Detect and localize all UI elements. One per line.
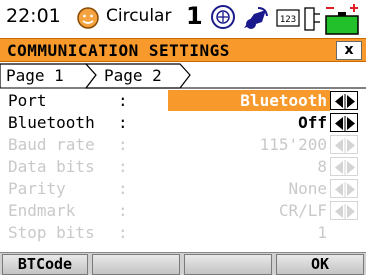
endmark-row: Endmark : CR/LF: [0, 200, 366, 221]
btcode-button[interactable]: BTCode: [2, 254, 88, 275]
left-right-arrows-icon: [335, 160, 355, 175]
parity-label: Parity: [8, 179, 66, 198]
clock: 22:01: [6, 5, 61, 27]
port-toggle-arrows[interactable]: [330, 91, 358, 110]
data-bits-row: Data bits : 8: [0, 156, 366, 177]
left-right-arrows-icon: [335, 204, 355, 219]
ok-button[interactable]: OK: [276, 254, 364, 275]
left-right-arrows-icon: [335, 116, 355, 131]
keyboard-icon: 123: [276, 9, 300, 27]
status-bar: 22:01 Circular 1 123: [0, 0, 366, 38]
data-bits-colon: :: [118, 157, 128, 176]
data-bits-label: Data bits: [8, 157, 95, 176]
title-bar: COMMUNICATION SETTINGS x: [0, 38, 366, 62]
target-icon: [211, 5, 235, 29]
port-row[interactable]: Port : Bluetooth: [0, 90, 366, 111]
plug-icon: [304, 7, 320, 31]
port-label: Port: [8, 91, 47, 110]
bluetooth-toggle-arrows[interactable]: [330, 113, 358, 132]
svg-text:123: 123: [280, 15, 296, 25]
page-title: COMMUNICATION SETTINGS: [7, 41, 230, 60]
stop-bits-value: 1: [317, 223, 327, 242]
parity-value: None: [288, 179, 327, 198]
battery-icon: [325, 4, 359, 35]
endmark-label: Endmark: [8, 201, 76, 220]
data-bits-value: 8: [317, 157, 327, 176]
left-right-arrows-icon: [335, 138, 355, 153]
endmark-toggle-arrows: [330, 201, 358, 220]
softkey-f2[interactable]: [92, 254, 180, 275]
bluetooth-colon: :: [118, 113, 128, 132]
face-indicator: 1: [186, 2, 203, 30]
softkey-bar: BTCode OK: [0, 252, 366, 275]
satellite-icon: [244, 7, 268, 29]
softkey-f3[interactable]: [184, 254, 272, 275]
left-right-arrows-icon: [335, 94, 355, 109]
parity-toggle-arrows: [330, 179, 358, 198]
baud-rate-label: Baud rate: [8, 135, 95, 154]
port-colon: :: [118, 91, 128, 110]
measure-mode: Circular: [106, 6, 172, 26]
left-right-arrows-icon: [335, 182, 355, 197]
baud-rate-value: 115'200: [259, 135, 327, 154]
endmark-colon: :: [118, 201, 128, 220]
data-bits-toggle-arrows: [330, 157, 358, 176]
stop-bits-row: Stop bits : 1: [0, 222, 366, 243]
smiley-icon: [77, 7, 99, 29]
tab-page-2[interactable]: Page 2: [104, 66, 162, 85]
baud-rate-row: Baud rate : 115'200: [0, 134, 366, 155]
bluetooth-value[interactable]: Off: [298, 113, 327, 132]
tab-page-1[interactable]: Page 1: [6, 66, 64, 85]
bluetooth-label: Bluetooth: [8, 113, 95, 132]
tab-bar: Page 1 Page 2: [0, 63, 366, 89]
parity-colon: :: [118, 179, 128, 198]
stop-bits-label: Stop bits: [8, 223, 95, 242]
baud-rate-colon: :: [118, 135, 128, 154]
baud-rate-toggle-arrows: [330, 135, 358, 154]
bluetooth-row[interactable]: Bluetooth : Off: [0, 112, 366, 133]
port-value[interactable]: Bluetooth: [240, 91, 327, 110]
parity-row: Parity : None: [0, 178, 366, 199]
endmark-value: CR/LF: [278, 201, 327, 220]
stop-bits-colon: :: [118, 223, 128, 242]
close-button[interactable]: x: [336, 41, 362, 60]
